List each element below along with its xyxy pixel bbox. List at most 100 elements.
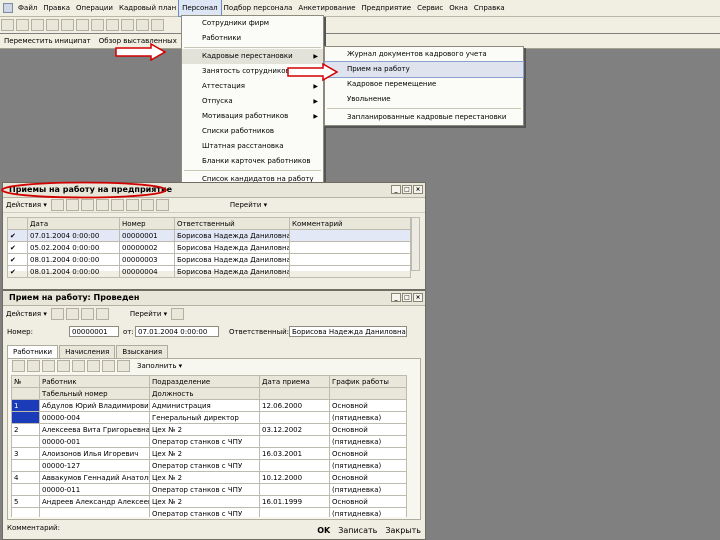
ok-button[interactable]: OK [313,526,334,535]
menu-recruitment[interactable]: Подбор персонала [221,0,296,16]
menu-item-card-forms[interactable]: Бланки карточек работников [182,154,323,169]
menu-service[interactable]: Сервис [414,0,446,16]
movements-icon[interactable] [95,308,109,320]
document-goto-menu[interactable]: Перейти ▾ [130,310,167,318]
paste-icon[interactable] [91,19,104,31]
table-row-sub[interactable]: 00000-001 Оператор станков с ЧПУ (пятидн… [11,435,407,448]
table-row[interactable]: ✔ 07.01.2004 0:00:00 00000001 Борисова Н… [7,229,411,242]
post-icon[interactable] [110,199,124,211]
new-icon[interactable] [1,19,14,31]
print-icon[interactable] [46,19,59,31]
menu-operations[interactable]: Операции [73,0,116,16]
table-row[interactable]: ✔ 08.01.2004 0:00:00 00000003 Борисова Н… [7,253,411,266]
copy-icon[interactable] [65,199,79,211]
menu-item-worker-lists[interactable]: Списки работников [182,124,323,139]
table-row[interactable]: 5 Андреев Александр Алексеевич Цех № 2 1… [11,495,407,508]
menu-item-workers[interactable]: Работники [182,31,323,46]
col-position[interactable]: Должность [149,387,260,400]
col-schedule[interactable]: График работы [329,375,407,388]
help-icon[interactable] [171,308,185,320]
delete-row-icon[interactable] [57,360,70,372]
submenu-item-journal[interactable]: Журнал документов кадрового учета [325,47,523,62]
maximize-icon[interactable]: □ [402,293,412,302]
help-icon[interactable] [151,19,164,31]
table-row[interactable]: ✔ 05.02.2004 0:00:00 00000002 Борисова Н… [7,241,411,254]
table-row[interactable]: 4 Аввакумов Геннадий Анатольевич Цех № 2… [11,471,407,484]
submenu-item-planned-moves[interactable]: Запланированные кадровые перестановки [325,110,523,125]
close-icon[interactable]: × [413,293,423,302]
number-field[interactable]: 00000001 [69,326,119,337]
menu-personnel[interactable]: Персонал [178,0,222,17]
minimize-icon[interactable]: _ [391,185,401,194]
close-icon[interactable]: × [413,185,423,194]
save-icon[interactable] [31,19,44,31]
calendar-icon[interactable] [136,19,149,31]
document-actions-menu[interactable]: Действия ▾ [6,310,47,318]
col-tab-number[interactable]: Табельный номер [39,387,150,400]
submenu-item-hiring[interactable]: Прием на работу [324,61,524,78]
move-down-icon[interactable] [87,360,100,372]
add-icon[interactable] [50,199,64,211]
write-button[interactable]: Записать [334,526,381,535]
col-worker[interactable]: Работник [39,375,150,388]
table-row-sub[interactable]: 00000-011 Оператор станков с ЧПУ (пятидн… [11,483,407,496]
filter-icon[interactable] [125,199,139,211]
menu-staff-plan[interactable]: Кадровый план [116,0,179,16]
tab-accruals[interactable]: Начисления [59,345,116,358]
close-button[interactable]: Закрыть [381,526,425,535]
col-date[interactable]: Дата [27,217,120,230]
maximize-icon[interactable]: □ [402,185,412,194]
date-field[interactable]: 07.01.2004 0:00:00 [135,326,219,337]
menu-edit[interactable]: Правка [40,0,73,16]
col-responsible[interactable]: Ответственный [174,217,290,230]
open-icon[interactable] [16,19,29,31]
cut-icon[interactable] [61,19,74,31]
table-row-sub[interactable]: 00000-127 Оператор станков с ЧПУ (пятидн… [11,459,407,472]
menu-item-vacations[interactable]: Отпуска ▶ [182,94,323,109]
responsible-field[interactable]: Борисова Надежда Даниловна [289,326,407,337]
delete-icon[interactable] [95,199,109,211]
menu-item-attestation[interactable]: Аттестация ▶ [182,79,323,94]
copy-row-icon[interactable] [27,360,40,372]
menu-enterprise[interactable]: Предприятие [359,0,415,16]
add-row-icon[interactable] [12,360,25,372]
journal-scrollbar[interactable] [411,217,420,271]
tab-workers[interactable]: Работники [7,345,59,358]
menu-file[interactable]: Файл [15,0,40,16]
refresh-icon[interactable] [155,199,169,211]
col-number[interactable]: Номер [119,217,175,230]
unpost-icon[interactable] [65,308,79,320]
post-icon[interactable] [50,308,64,320]
calculator-icon[interactable] [121,19,134,31]
sort-desc-icon[interactable] [117,360,130,372]
menu-item-employees-of-firms[interactable]: Сотрудники фирм [182,16,323,31]
find-icon[interactable] [106,19,119,31]
table-row[interactable]: 3 Алоизонов Илья Игоревич Цех № 2 16.03.… [11,447,407,460]
submenu-item-dismissal[interactable]: Увольнение [325,92,523,107]
move-up-icon[interactable] [72,360,85,372]
table-row[interactable]: 1 Абдулов Юрий Владимирович Администраци… [11,399,407,412]
menu-windows[interactable]: Окна [446,0,471,16]
minimize-icon[interactable]: _ [391,293,401,302]
move-initiative-button[interactable]: Переместить иниципат [0,37,95,45]
sort-asc-icon[interactable] [102,360,115,372]
col-comment[interactable]: Комментарий [289,217,411,230]
table-row-sub[interactable]: 00000-004 Генеральный директор (пятиднев… [11,411,407,424]
table-row[interactable]: ✔ 08.01.2004 0:00:00 00000004 Борисова Н… [7,265,411,278]
copy-icon[interactable] [76,19,89,31]
sort-icon[interactable] [140,199,154,211]
col-status[interactable] [7,217,28,230]
structure-icon[interactable] [80,308,94,320]
fill-button[interactable]: Заполнить ▾ [137,362,182,370]
menu-help[interactable]: Справка [471,0,508,16]
submenu-item-transfer[interactable]: Кадровое перемещение [325,77,523,92]
menu-item-personnel-moves[interactable]: Кадровые перестановки ▶ [182,49,323,64]
col-department[interactable]: Подразделение [149,375,260,388]
menu-surveys[interactable]: Анкетирование [295,0,358,16]
table-row-sub[interactable]: Оператор станков с ЧПУ (пятидневка) [11,507,407,517]
menu-item-motivation[interactable]: Мотивация работников ▶ [182,109,323,124]
tab-penalties[interactable]: Взыскания [116,345,169,358]
edit-row-icon[interactable] [42,360,55,372]
journal-actions-menu[interactable]: Действия ▾ [6,201,47,209]
menu-item-staffing[interactable]: Штатная расстановка [182,139,323,154]
